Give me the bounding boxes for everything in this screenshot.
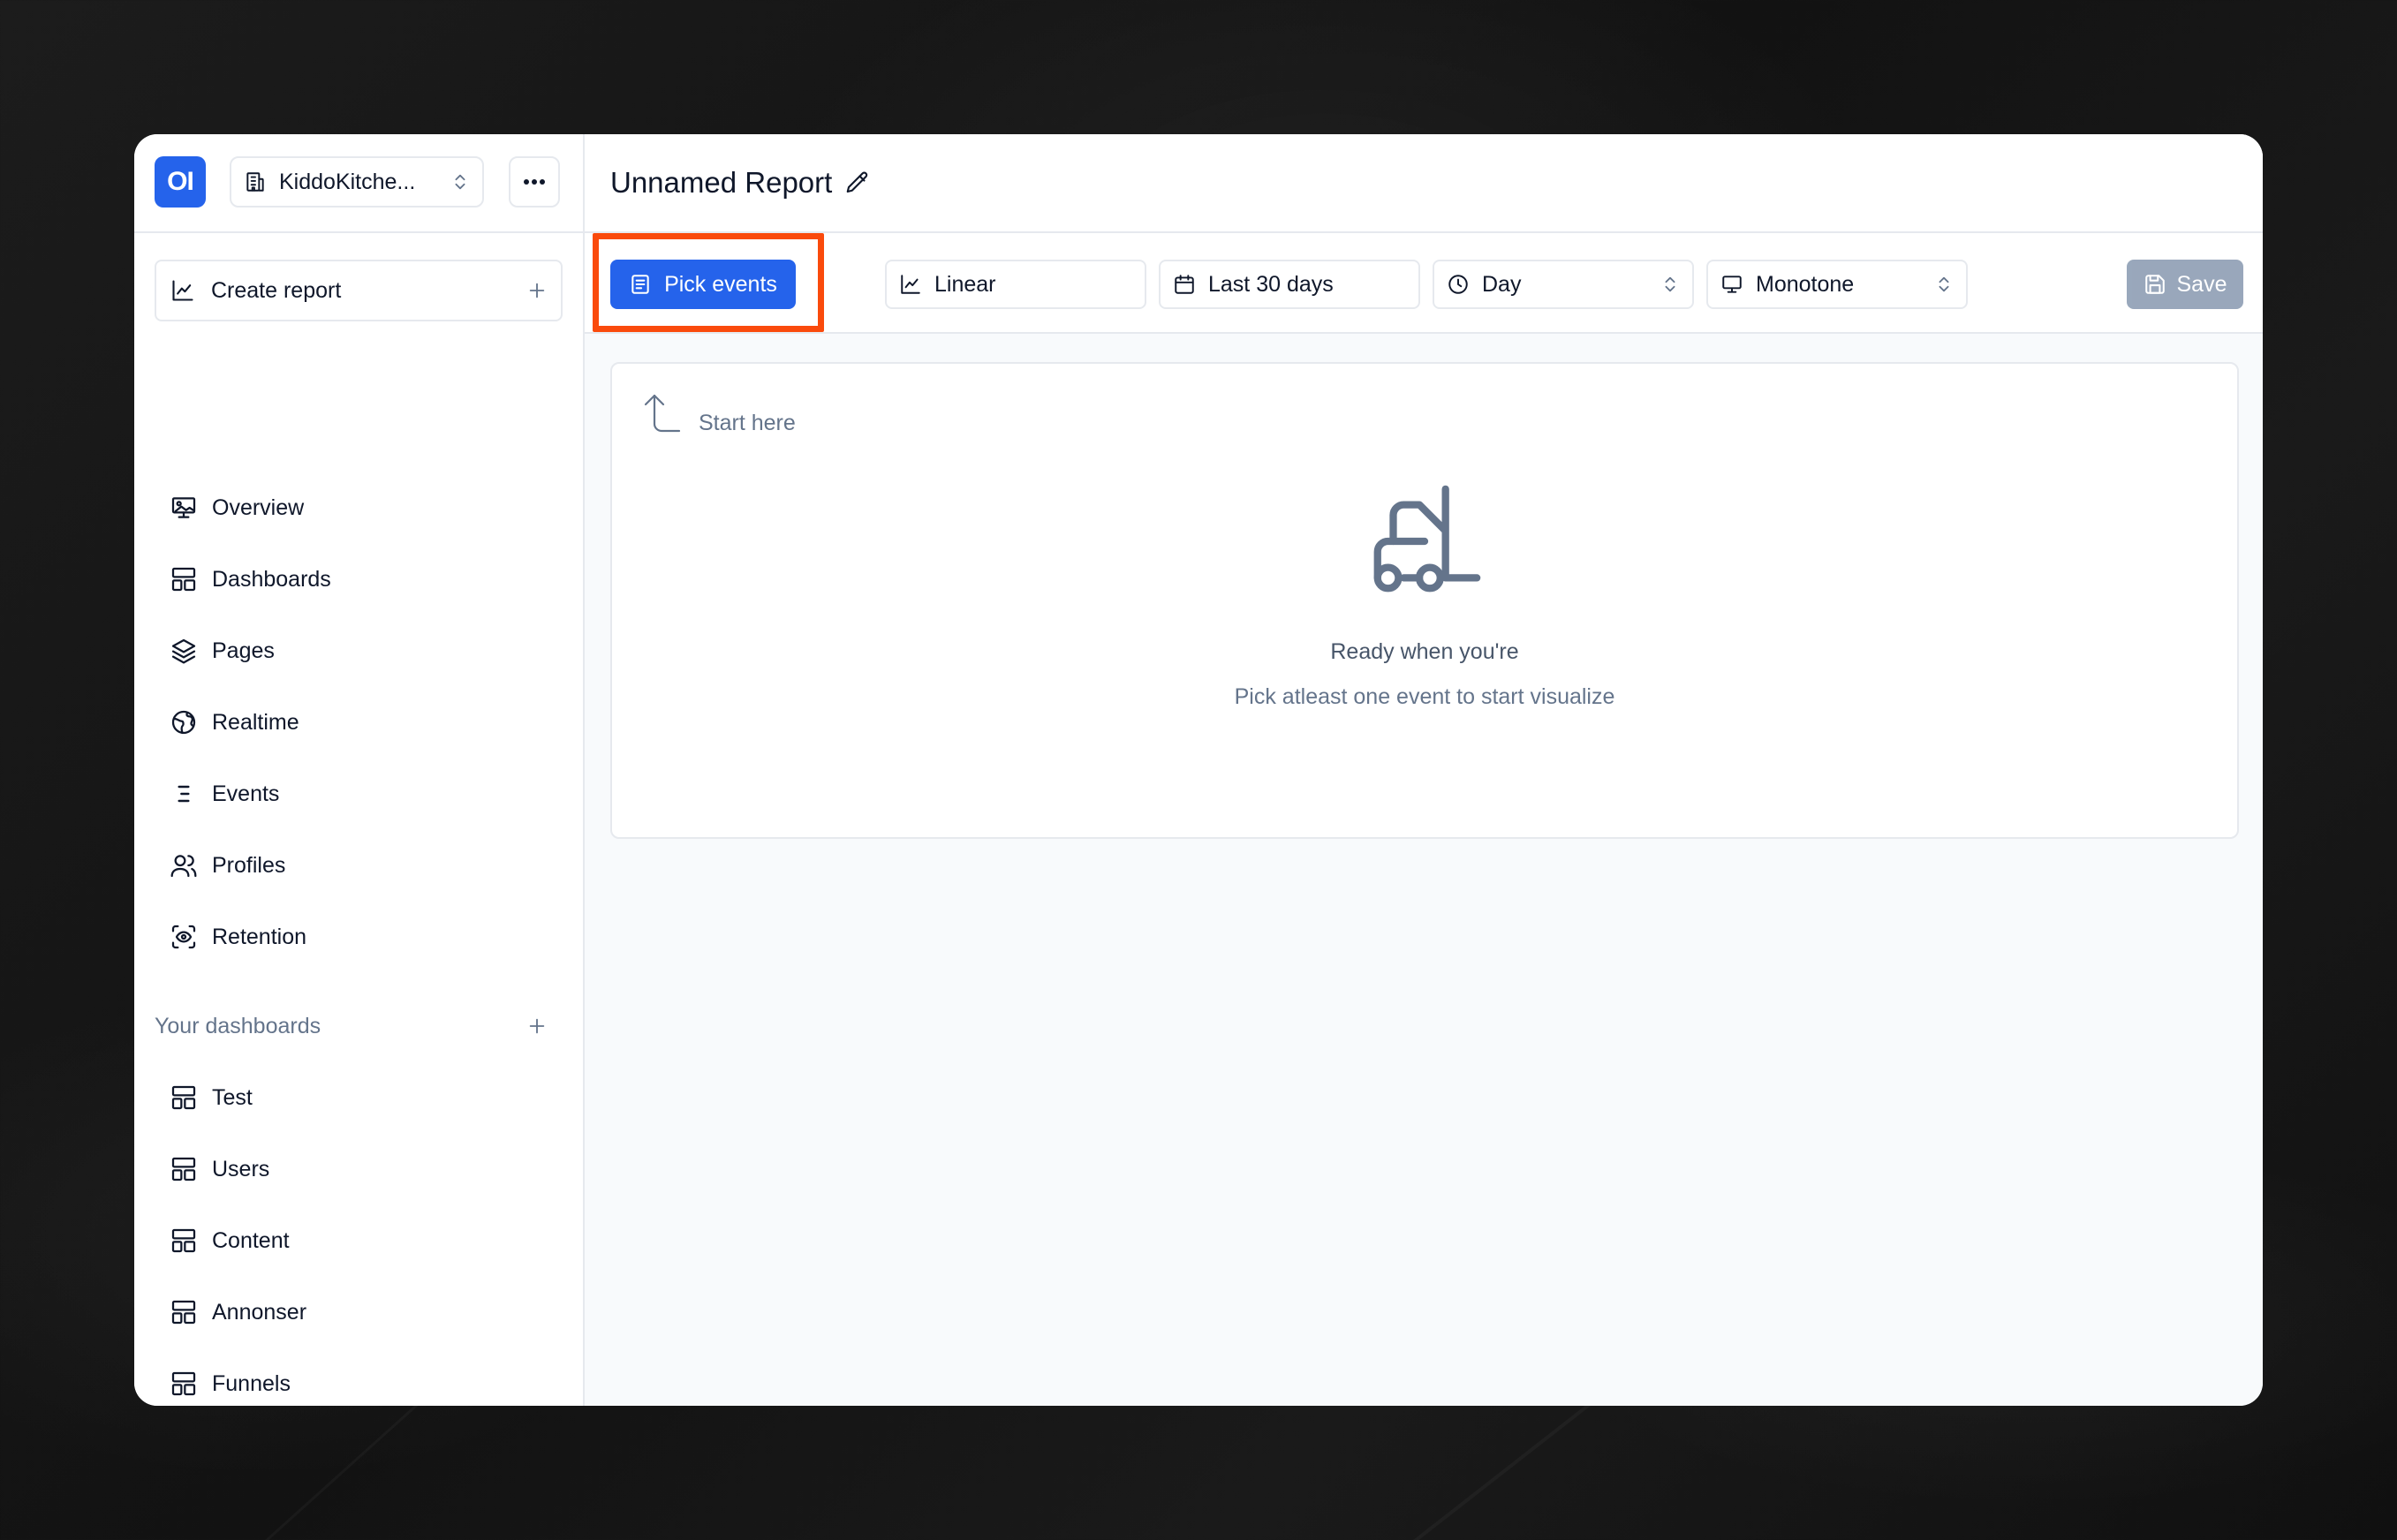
date-range-select[interactable]: Last 30 days: [1159, 260, 1420, 309]
layout-icon: [171, 1085, 196, 1110]
create-report-label: Create report: [211, 277, 342, 303]
sidebar-item-label: Realtime: [212, 709, 299, 735]
layout-icon: [171, 1371, 196, 1396]
dashboard-item-funnels[interactable]: Funnels: [170, 1357, 558, 1406]
dashboard-item-label: Test: [212, 1084, 253, 1110]
sidebar-item-label: Pages: [212, 638, 275, 663]
app-window: OI KiddoKitche... Create report Overview…: [134, 134, 2263, 1406]
dashboards-section-header: Your dashboards: [155, 1004, 563, 1048]
monitor-icon: [1722, 276, 1742, 293]
report-header: Unnamed Report: [585, 134, 2263, 233]
arrow-up-left-icon: [644, 394, 681, 433]
project-name: KiddoKitche...: [279, 169, 416, 194]
color-scheme-select[interactable]: Monotone: [1706, 260, 1968, 309]
plus-icon: [529, 283, 545, 298]
sidebar-item-label: Dashboards: [212, 566, 331, 592]
sidebar-item-overview[interactable]: Overview: [170, 481, 558, 534]
file-list-icon: [631, 275, 649, 294]
sidebar: OI KiddoKitche... Create report Overview…: [134, 134, 585, 1406]
presentation-icon: [171, 497, 196, 518]
dashboard-item-annonser[interactable]: Annonser: [170, 1286, 558, 1339]
sidebar-item-label: Profiles: [212, 852, 286, 878]
globe-icon: [171, 710, 196, 735]
dashboard-item-label: Annonser: [212, 1299, 307, 1325]
create-report-button[interactable]: Create report: [155, 260, 563, 321]
date-range-value: Last 30 days: [1208, 271, 1334, 297]
list-icon: [178, 785, 190, 803]
dashboard-item-test[interactable]: Test: [170, 1071, 558, 1124]
layers-icon: [171, 638, 196, 664]
start-here-hint: Start here: [642, 392, 796, 436]
layout-icon: [171, 1300, 196, 1325]
sidebar-item-profiles[interactable]: Profiles: [170, 839, 558, 892]
line-chart-icon: [172, 280, 193, 301]
ellipsis-icon: [524, 179, 545, 185]
report-title[interactable]: Unnamed Report: [610, 166, 832, 200]
empty-state-title: Ready when you're: [1330, 639, 1519, 664]
sidebar-item-retention[interactable]: Retention: [170, 910, 558, 963]
sidebar-item-dashboards[interactable]: Dashboards: [170, 553, 558, 606]
empty-state: Ready when you're Pick atleast one event…: [612, 479, 2237, 710]
line-chart-icon: [901, 275, 920, 294]
sidebar-item-label: Retention: [212, 924, 307, 949]
app-logo[interactable]: OI: [155, 156, 206, 208]
building-icon: [246, 172, 264, 192]
sidebar-header: OI KiddoKitche...: [134, 134, 583, 233]
save-icon: [2144, 275, 2165, 294]
chart-type-value: Linear: [934, 271, 996, 297]
calendar-icon: [1175, 275, 1194, 294]
sidebar-item-label: Overview: [212, 494, 305, 520]
users-icon: [170, 855, 197, 878]
sidebar-item-realtime[interactable]: Realtime: [170, 696, 558, 749]
save-label: Save: [2176, 271, 2227, 297]
interval-value: Day: [1482, 271, 1522, 297]
main-content: Unnamed Report Pick events Linear Last 3…: [585, 134, 2263, 1406]
sidebar-item-events[interactable]: Events: [170, 767, 558, 820]
color-scheme-value: Monotone: [1756, 271, 1855, 297]
pick-events-label: Pick events: [664, 271, 777, 297]
pick-events-button[interactable]: Pick events: [610, 260, 796, 309]
chevrons-up-down-icon: [1939, 276, 1949, 292]
report-canvas: Start here Ready when you're Pick atleas…: [610, 362, 2239, 839]
dashboard-item-label: Content: [212, 1227, 290, 1253]
clock-icon: [1448, 275, 1468, 294]
add-dashboard-icon[interactable]: [527, 1016, 547, 1036]
sidebar-item-pages[interactable]: Pages: [170, 624, 558, 677]
dashboard-item-label: Funnels: [212, 1370, 291, 1396]
dashboard-item-content[interactable]: Content: [170, 1214, 558, 1267]
chart-type-select[interactable]: Linear: [885, 260, 1146, 309]
interval-select[interactable]: Day: [1433, 260, 1694, 309]
layout-icon: [171, 1157, 196, 1181]
report-toolbar: Pick events Linear Last 30 days Day Mono…: [585, 233, 2263, 334]
save-button[interactable]: Save: [2127, 260, 2243, 309]
layout-icon: [171, 1228, 196, 1253]
chevrons-up-down-icon: [1665, 276, 1675, 292]
more-options-button[interactable]: [509, 156, 560, 208]
section-title: Your dashboards: [155, 1013, 321, 1038]
start-here-text: Start here: [699, 411, 796, 435]
project-selector[interactable]: KiddoKitche...: [230, 156, 484, 208]
pencil-icon[interactable]: [844, 170, 871, 196]
layout-icon: [171, 567, 196, 592]
scan-eye-icon: [171, 925, 196, 949]
chevrons-up-down-icon: [455, 174, 465, 190]
empty-state-subtitle: Pick atleast one event to start visualiz…: [1234, 684, 1615, 709]
forklift-icon: [1373, 485, 1481, 593]
sidebar-item-label: Events: [212, 781, 280, 806]
dashboard-item-label: Users: [212, 1156, 270, 1181]
dashboard-item-users[interactable]: Users: [170, 1143, 558, 1196]
